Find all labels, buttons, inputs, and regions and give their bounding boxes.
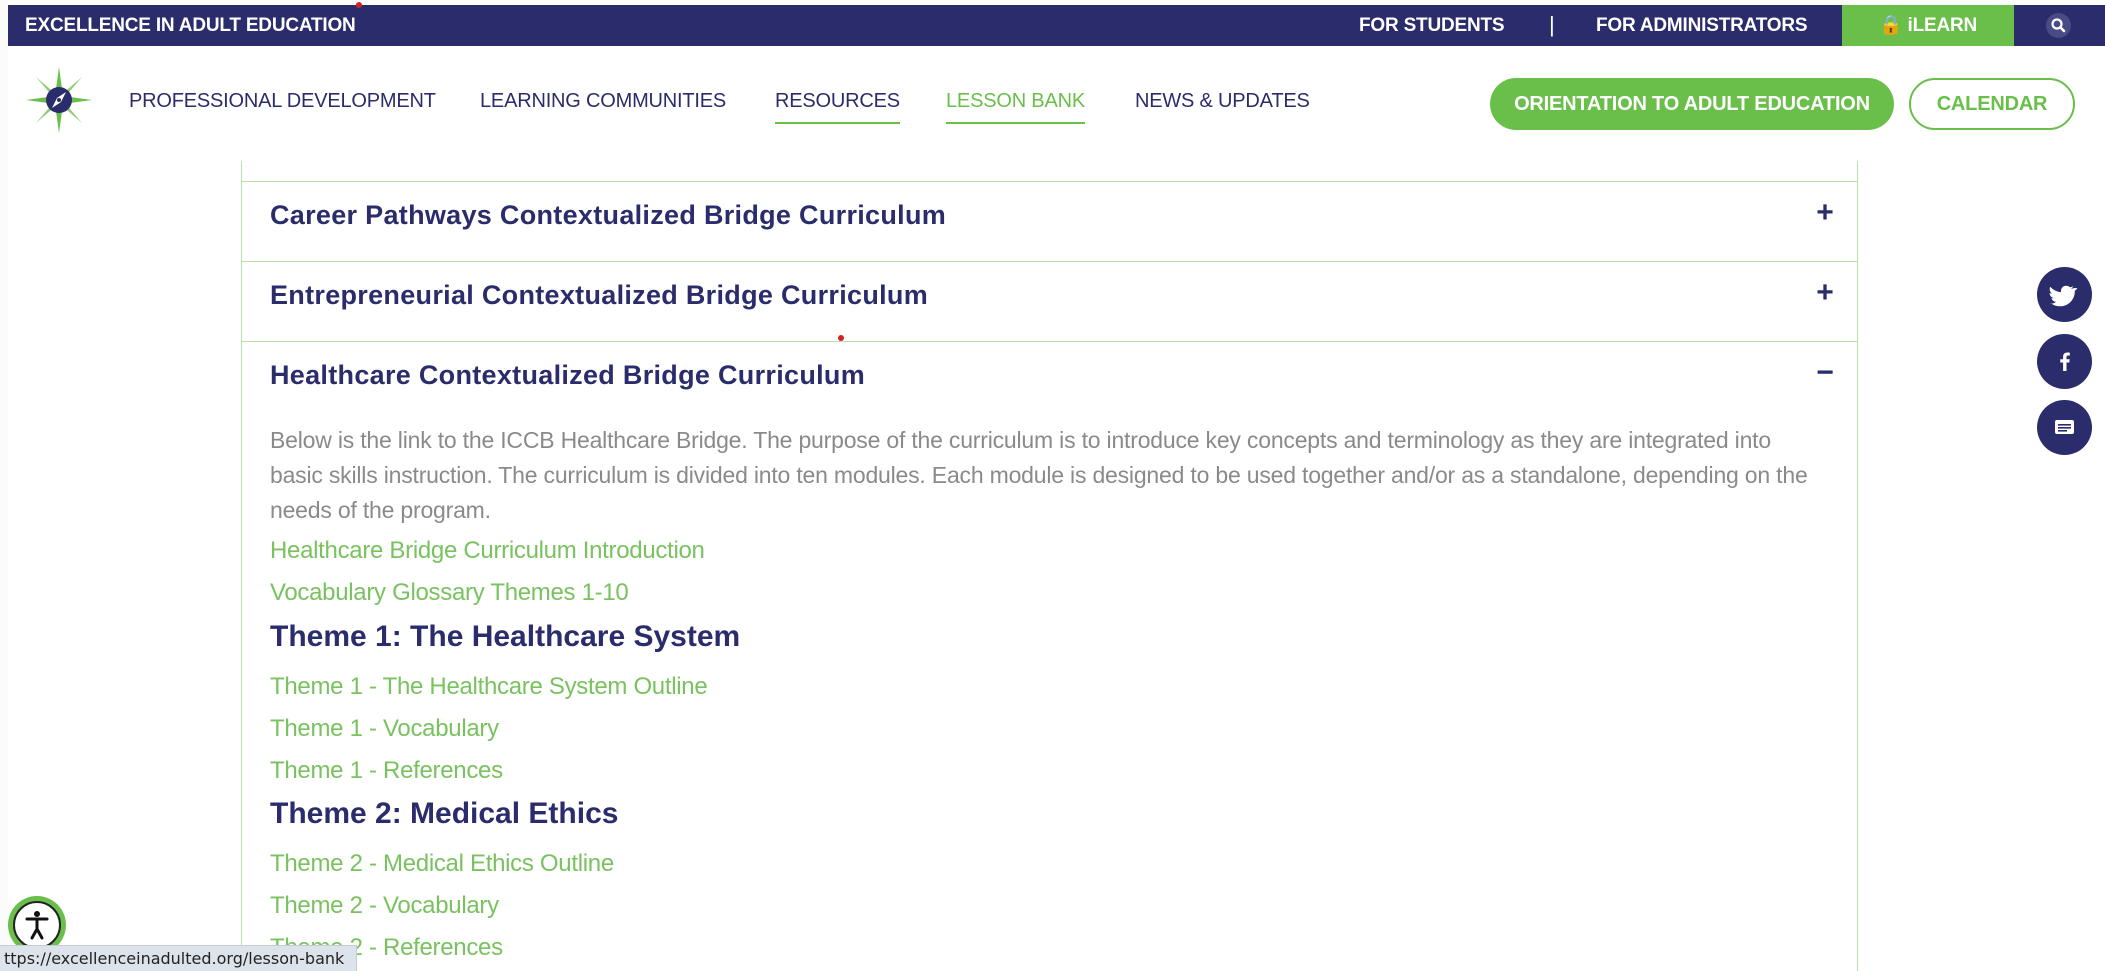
compass-logo[interactable] <box>24 65 94 135</box>
facebook-button[interactable] <box>2037 334 2092 389</box>
theme-1-vocabulary-link[interactable]: Theme 1 - Vocabulary <box>270 715 499 743</box>
browser-status-url: ttps://excellenceinadulted.org/lesson-ba… <box>0 945 358 971</box>
plus-icon[interactable]: + <box>1810 276 1840 310</box>
for-students-link[interactable]: FOR STUDENTS <box>1359 5 1505 46</box>
calendar-button[interactable]: CALENDAR <box>1909 78 2075 130</box>
accordion-career-pathways-title[interactable]: Career Pathways Contextualized Bridge Cu… <box>270 200 946 231</box>
accordion-healthcare-title[interactable]: Healthcare Contextualized Bridge Curricu… <box>270 360 865 391</box>
healthcare-description: Below is the link to the ICCB Healthcare… <box>270 427 1808 523</box>
newsletter-button[interactable] <box>2037 400 2092 455</box>
accordion-divider <box>242 341 1857 342</box>
theme-1-references-link[interactable]: Theme 1 - References <box>270 757 503 785</box>
search-icon <box>2046 13 2071 38</box>
marker-dot <box>838 335 844 341</box>
nav-lesson-bank-underline <box>946 122 1085 124</box>
nav-learning-communities[interactable]: LEARNING COMMUNITIES <box>480 90 726 113</box>
healthcare-intro-link[interactable]: Healthcare Bridge Curriculum Introductio… <box>270 537 705 565</box>
site-brand[interactable]: EXCELLENCE IN ADULT EDUCATION <box>25 5 356 46</box>
theme-1-heading: Theme 1: The Healthcare System <box>270 620 741 653</box>
minus-icon[interactable]: − <box>1810 356 1840 390</box>
page: EXCELLENCE IN ADULT EDUCATION FOR STUDEN… <box>0 0 2105 971</box>
accordion-divider <box>242 261 1857 262</box>
plus-icon[interactable]: + <box>1810 196 1840 230</box>
twitter-button[interactable] <box>2037 267 2092 322</box>
nav-news-updates[interactable]: NEWS & UPDATES <box>1135 90 1310 113</box>
accordion-entrepreneurial-title[interactable]: Entrepreneurial Contextualized Bridge Cu… <box>270 280 928 311</box>
theme-2-vocabulary-link[interactable]: Theme 2 - Vocabulary <box>270 892 499 920</box>
theme-1-outline-link[interactable]: Theme 1 - The Healthcare System Outline <box>270 673 708 701</box>
orientation-button[interactable]: ORIENTATION TO ADULT EDUCATION <box>1490 78 1894 130</box>
nav-professional-development[interactable]: PROFESSIONAL DEVELOPMENT <box>129 90 436 113</box>
top-bar: EXCELLENCE IN ADULT EDUCATION FOR STUDEN… <box>8 5 2105 46</box>
nav-resources-underline <box>775 122 900 124</box>
ilearn-button[interactable]: 🔒 iLEARN <box>1842 5 2014 46</box>
vocabulary-glossary-link[interactable]: Vocabulary Glossary Themes 1-10 <box>270 579 629 607</box>
for-administrators-link[interactable]: FOR ADMINISTRATORS <box>1596 5 1808 46</box>
accordion: Career Pathways Contextualized Bridge Cu… <box>241 161 1858 971</box>
twitter-icon <box>2049 285 2078 307</box>
theme-2-heading: Theme 2: Medical Ethics <box>270 797 619 830</box>
top-separator: | <box>1549 12 1555 37</box>
nav-resources[interactable]: RESOURCES <box>775 90 900 124</box>
theme-2-outline-link[interactable]: Theme 2 - Medical Ethics Outline <box>270 850 614 878</box>
main-nav: PROFESSIONAL DEVELOPMENT LEARNING COMMUN… <box>8 46 2105 161</box>
accordion-divider <box>242 181 1857 182</box>
left-edge <box>0 0 8 971</box>
nav-lesson-bank-label: LESSON BANK <box>946 90 1085 112</box>
nav-lesson-bank[interactable]: LESSON BANK <box>946 90 1085 124</box>
accessibility-icon <box>13 901 61 949</box>
search-button[interactable] <box>2014 5 2105 46</box>
newsletter-icon <box>2055 420 2074 434</box>
facebook-icon <box>2060 352 2070 371</box>
marker-dot <box>356 2 362 8</box>
nav-resources-label: RESOURCES <box>775 90 900 112</box>
